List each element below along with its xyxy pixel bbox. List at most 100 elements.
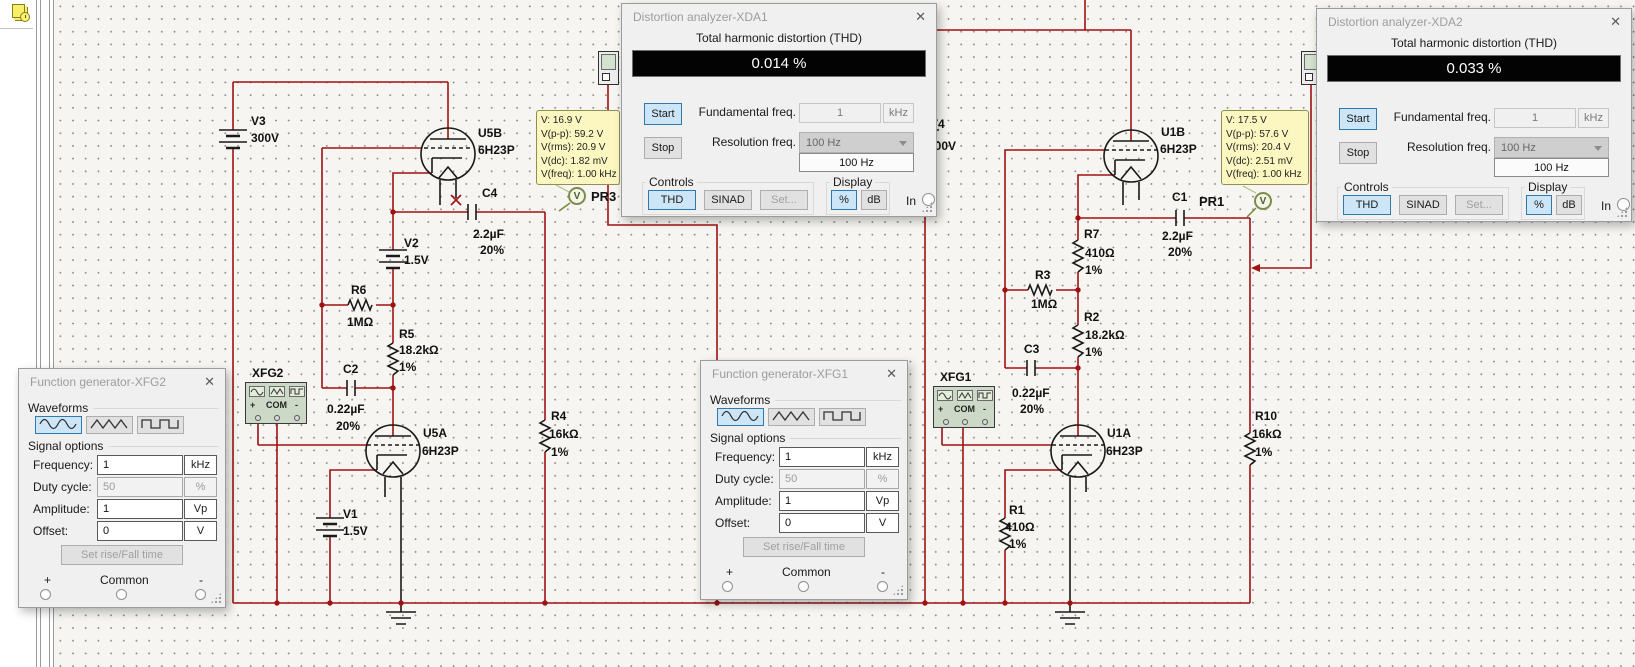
terminal-pin[interactable] <box>962 419 968 425</box>
signal-options-label: Signal options <box>28 439 104 453</box>
square-wave-icon <box>822 408 863 427</box>
fundamental-freq-input[interactable]: 1 <box>1494 108 1576 128</box>
plus-terminal[interactable] <box>40 589 51 600</box>
db-button[interactable]: dB <box>1556 195 1582 215</box>
terminal-pin[interactable] <box>982 419 988 425</box>
amplitude-input[interactable]: 1 <box>97 499 183 519</box>
xda2-window: Distortion analyzer-XDA2 ✕ Total harmoni… <box>1316 8 1632 222</box>
frequency-label: Frequency: <box>33 458 94 472</box>
common-terminal[interactable] <box>798 581 809 592</box>
close-icon[interactable]: ✕ <box>915 9 926 25</box>
thd-button[interactable]: THD <box>1343 195 1391 215</box>
square-wave-button[interactable] <box>819 408 866 426</box>
chevron-down-icon <box>899 141 907 146</box>
minus-terminal[interactable] <box>877 581 888 592</box>
terminal-pin[interactable] <box>274 415 280 421</box>
xfg1-titlebar[interactable]: Function generator-XFG1 ✕ <box>701 361 907 385</box>
component-tolerance: 20% <box>336 419 361 433</box>
offset-unit: V <box>184 521 217 541</box>
component-label: R5 <box>399 327 415 341</box>
resize-grip[interactable] <box>892 584 904 596</box>
close-icon[interactable]: ✕ <box>204 374 215 390</box>
component-label: R2 <box>1084 310 1100 324</box>
component-label: R6 <box>351 283 367 297</box>
triangle-wave-icon <box>269 386 285 397</box>
frequency-input[interactable]: 1 <box>779 447 865 467</box>
common-terminal[interactable] <box>116 589 127 600</box>
instrument-connector <box>602 73 610 81</box>
plus-terminal[interactable] <box>722 581 733 592</box>
xda2-titlebar[interactable]: Distortion analyzer-XDA2 ✕ <box>1317 9 1631 33</box>
com-terminal-label: COM <box>266 400 287 410</box>
component-label: U5B <box>478 126 503 140</box>
sinad-button[interactable]: SINAD <box>704 190 752 210</box>
resolution-freq-label: Resolution freq. <box>1406 140 1491 154</box>
component-tolerance: 1% <box>1085 263 1103 277</box>
dropdown-value: 100 Hz <box>1501 141 1536 154</box>
thd-button[interactable]: THD <box>648 190 696 210</box>
distortion-analyzer-icon[interactable] <box>598 51 619 85</box>
offset-input[interactable]: 0 <box>97 521 183 541</box>
start-button[interactable]: Start <box>644 103 682 125</box>
xfg2-titlebar[interactable]: Function generator-XFG2 ✕ <box>19 369 225 393</box>
percent-button[interactable]: % <box>1526 195 1552 215</box>
offset-input[interactable]: 0 <box>779 513 865 533</box>
minus-terminal[interactable] <box>195 589 206 600</box>
start-button[interactable]: Start <box>1339 108 1377 130</box>
resolution-freq-dropdown[interactable]: 100 Hz <box>799 132 914 153</box>
component-tolerance: 1% <box>551 445 569 459</box>
stop-button[interactable]: Stop <box>1339 142 1377 164</box>
probe-line: V(freq): 1.00 kHz <box>1226 169 1302 181</box>
duty-cycle-unit: % <box>184 477 217 497</box>
component-label: V2 <box>404 236 419 250</box>
stop-button[interactable]: Stop <box>644 137 682 159</box>
square-wave-icon <box>977 390 993 401</box>
component-label: U1A <box>1107 426 1132 440</box>
function-generator-icon[interactable]: + COM - <box>245 382 307 424</box>
signal-options-label: Signal options <box>710 431 786 445</box>
duty-cycle-input: 50 <box>97 477 183 497</box>
db-button[interactable]: dB <box>861 190 887 210</box>
terminal-pin[interactable] <box>294 415 300 421</box>
frequency-input[interactable]: 1 <box>97 455 183 475</box>
triangle-wave-button[interactable] <box>768 408 815 426</box>
in-radio[interactable] <box>1617 198 1630 211</box>
close-icon[interactable]: ✕ <box>886 366 897 382</box>
resize-grip[interactable] <box>210 592 222 604</box>
in-label: In <box>1601 199 1612 213</box>
component-tolerance: 1% <box>1009 537 1027 551</box>
sine-wave-button[interactable] <box>35 416 82 434</box>
offset-unit: V <box>866 513 899 533</box>
frequency-label: Frequency: <box>715 450 776 464</box>
terminal-pin[interactable] <box>255 415 261 421</box>
in-radio[interactable] <box>922 193 935 206</box>
function-generator-icon[interactable]: + COM - <box>933 386 995 428</box>
xfg2-window: Function generator-XFG2 ✕ Waveforms Sign… <box>18 368 226 608</box>
component-tolerance: 20% <box>1168 245 1193 259</box>
voltage-probe-icon[interactable]: V <box>1254 192 1272 210</box>
component-value: 18.2kΩ <box>399 343 439 357</box>
sine-wave-button[interactable] <box>717 408 764 426</box>
amplitude-input[interactable]: 1 <box>779 491 865 511</box>
window-title: Distortion analyzer-XDA1 <box>633 10 768 24</box>
resolution-freq-label: Resolution freq. <box>711 135 796 149</box>
square-wave-button[interactable] <box>137 416 184 434</box>
close-icon[interactable]: ✕ <box>1610 14 1621 30</box>
terminal-pin[interactable] <box>943 419 949 425</box>
resolution-freq-dropdown[interactable]: 100 Hz <box>1494 137 1609 158</box>
plus-terminal-label: + <box>726 565 734 579</box>
set-rise-fall-button: Set rise/Fall time <box>61 545 183 565</box>
probe-readout-pr1: V: 17.5 V V(p-p): 57.6 V V(rms): 20.4 V … <box>1221 110 1309 185</box>
xda1-titlebar[interactable]: Distortion analyzer-XDA1 ✕ <box>622 4 936 28</box>
voltage-probe-icon[interactable]: V <box>568 187 586 205</box>
plus-terminal-label: + <box>938 404 944 414</box>
sinad-button[interactable]: SINAD <box>1399 195 1447 215</box>
fundamental-freq-label: Fundamental freq. <box>1393 110 1491 124</box>
resolution-freq-value: 100 Hz <box>799 153 914 172</box>
amplitude-unit: Vp <box>866 491 899 511</box>
set-button: Set... <box>1455 195 1503 215</box>
percent-button[interactable]: % <box>831 190 857 210</box>
triangle-wave-button[interactable] <box>86 416 133 434</box>
triangle-wave-icon <box>771 408 812 427</box>
fundamental-freq-input[interactable]: 1 <box>799 103 881 123</box>
